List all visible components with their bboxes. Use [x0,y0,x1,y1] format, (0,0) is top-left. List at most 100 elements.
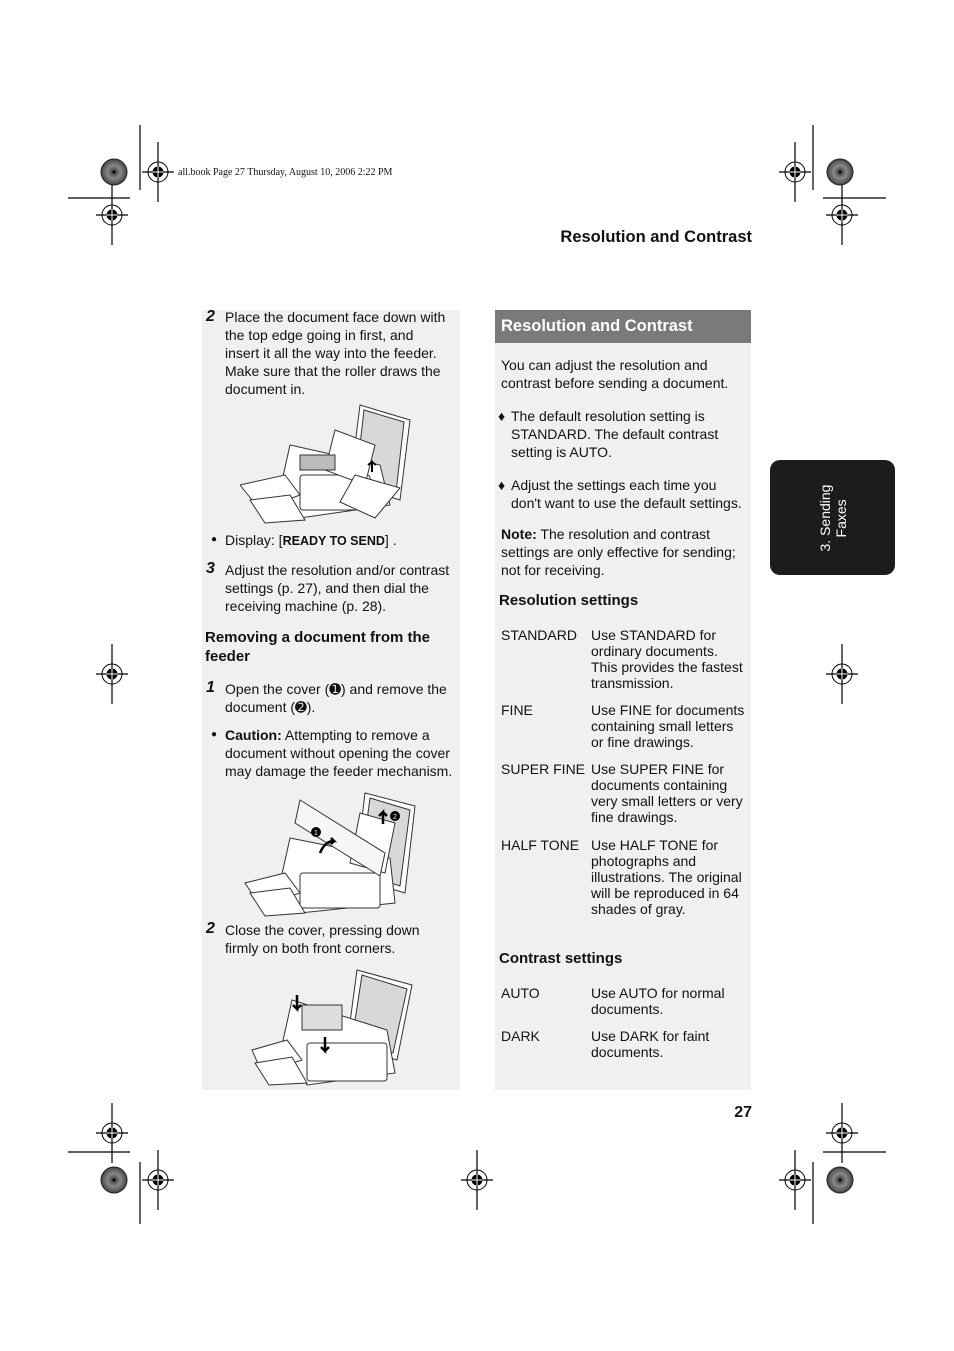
setting-term: STANDARD [501,627,577,643]
setting-term: FINE [501,702,533,718]
text-line: Adjust the settings each time you [511,477,717,493]
callout-1: 1 [314,830,318,837]
registration-mark-icon [141,141,175,203]
text-line: Use STANDARD for [591,627,716,643]
text-line: not for receiving. [501,562,605,578]
text-line: Close the cover, pressing down [225,922,420,938]
text-line: document in. [225,381,306,397]
text-span: The resolution and contrast [536,526,711,542]
bullet-dot-icon: ● [211,534,218,545]
setting-term: AUTO [501,985,540,1001]
setting-description: Use SUPER FINE for documents containing … [591,761,751,825]
text-line: Use FINE for documents [591,702,745,718]
text-line: receiving machine (p. 28). [225,598,387,614]
text-line: documents containing [591,777,728,793]
text-line: STANDARD. The default contrast [511,426,719,442]
text-line: the top edge going in first, and [225,327,414,343]
registration-mark-icon [825,1102,859,1164]
fax-remove-document-illustration: 1 2 [244,792,416,917]
text-line: Use AUTO for normal [591,985,725,1001]
text-line: document (➋). [225,699,316,715]
text-line: Make sure that the roller draws the [225,363,441,379]
text-line: Use SUPER FINE for [591,761,725,777]
text-line: illustrations. The original [591,869,742,885]
step-number: 1 [206,679,215,696]
text-span: Attempting to remove a [281,727,430,743]
remove-step-1-text: Open the cover (➊) and remove the docume… [225,680,465,716]
text-line: ordinary documents. [591,643,718,659]
starburst-mark-icon [100,158,128,186]
text-line: photographs and [591,853,697,869]
callout-2: 2 [393,814,397,821]
registration-mark-icon [778,141,812,203]
text-span: Display: [ [225,532,283,548]
bullet-default-settings: The default resolution setting is STANDA… [511,407,751,461]
setting-description: Use DARK for faint documents. [591,1028,751,1060]
registration-mark-icon [460,1149,494,1211]
resolution-settings-heading: Resolution settings [499,592,639,609]
text-line: firmly on both front corners. [225,940,396,956]
chapter-tab: 3. Sending Faxes [770,460,895,575]
caution-text: Caution: Attempting to remove a document… [225,726,465,780]
setting-term: HALF TONE [501,837,580,853]
text-line: shades of gray. [591,901,686,917]
setting-description: Use STANDARD for ordinary documents. Thi… [591,627,751,691]
text-line: setting is AUTO. [511,444,612,460]
step-number: 2 [206,308,215,325]
starburst-mark-icon [826,158,854,186]
text-line: don't want to use the default settings. [511,495,742,511]
note-text: Note: The resolution and contrast settin… [501,525,751,579]
registration-mark-icon [95,1102,129,1164]
right-panel: Resolution and Contrast You can adjust t… [495,310,751,1090]
setting-term: DARK [501,1028,540,1044]
fax-insert-document-illustration [240,404,411,524]
registration-mark-icon [95,643,129,705]
crop-marks [68,125,886,1224]
contrast-settings-heading: Contrast settings [499,950,623,967]
text-line: containing small letters [591,718,734,734]
text-line: documents. [591,1001,664,1017]
text-line: You can adjust the resolution and [501,357,708,373]
text-line: Adjust the resolution and/or contrast [225,562,450,578]
text-line: Place the document face down with [225,309,446,325]
text-line: or fine drawings. [591,734,694,750]
registration-mark-icon [141,1149,175,1211]
bullet-dot-icon: ● [211,729,218,740]
text-line: The default resolution setting is [511,408,705,424]
display-value: READY TO SEND [282,534,385,548]
removing-heading: Removing a document from the feeder [205,628,460,666]
diamond-bullet-icon: ♦ [498,477,506,493]
text-line: Open the cover (➊) and remove the [225,681,447,697]
text-line: Use DARK for faint [591,1028,710,1044]
diamond-bullet-icon: ♦ [498,408,506,424]
text-line: may damage the feeder mechanism. [225,763,453,779]
running-head: Resolution and Contrast [560,228,752,246]
print-slug: all.book Page 27 Thursday, August 10, 20… [178,167,393,178]
text-line: documents. [591,1044,664,1060]
step-3-text: Adjust the resolution and/or contrast se… [225,561,465,615]
text-line: contrast before sending a document. [501,375,729,391]
text-line: transmission. [591,675,674,691]
setting-description: Use FINE for documents containing small … [591,702,751,750]
registration-mark-icon [825,643,859,705]
step-2-text: Place the document face down with the to… [225,308,465,398]
text-line: fine drawings. [591,809,678,825]
setting-description: Use AUTO for normal documents. [591,985,751,1017]
step-number: 3 [206,560,215,577]
setting-description: Use HALF TONE for photographs and illust… [591,837,751,917]
display-message: Display: [READY TO SEND] . [225,531,465,550]
text-span: ] . [384,532,397,548]
starburst-mark-icon [100,1166,128,1194]
caution-label: Caution: [225,727,282,743]
text-line: 3. Sending [816,484,833,551]
text-line: will be reproduced in 64 [591,885,739,901]
text-line: Removing a document from the [205,629,431,646]
section-header: Resolution and Contrast [495,310,751,343]
registration-mark-icon [825,184,859,246]
text-line: insert it all the way into the feeder. [225,345,437,361]
bullet-adjust-settings: Adjust the settings each time you don't … [511,476,756,512]
remove-step-2-text: Close the cover, pressing down firmly on… [225,921,465,957]
text-line: very small letters or very [591,793,743,809]
left-panel: 2 Place the document face down with the … [202,308,460,1090]
registration-mark-icon [95,184,129,246]
